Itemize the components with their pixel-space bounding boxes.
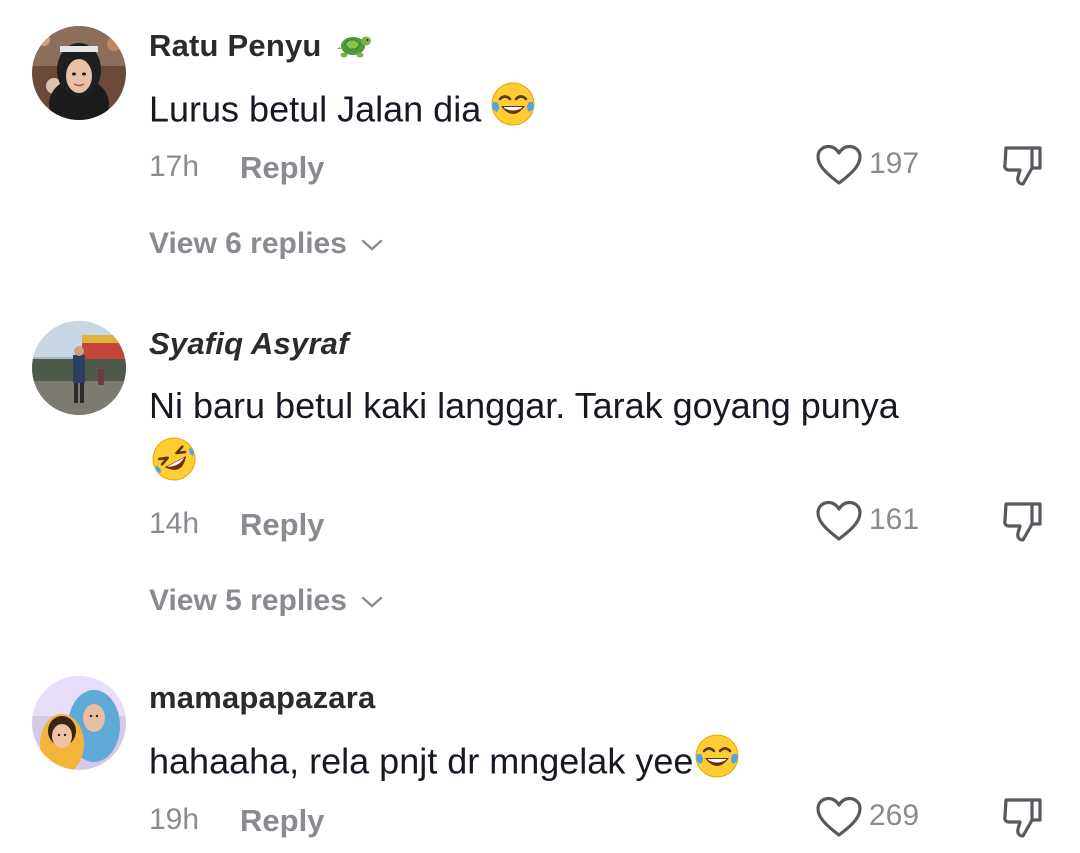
avatar[interactable] <box>32 676 126 770</box>
dislike-icon[interactable] <box>1000 794 1046 840</box>
heart-icon[interactable] <box>815 796 863 838</box>
reply-button[interactable]: Reply <box>240 803 324 839</box>
like-count: 269 <box>869 799 920 832</box>
tears-of-joy-emoji-icon <box>693 732 741 796</box>
timestamp: 19h <box>149 803 200 836</box>
username[interactable]: mamapapazara <box>149 680 375 716</box>
comment-text-content: hahaaha, rela pnjt dr mngelak yee <box>149 740 694 782</box>
comment-item: mamapapazara hahaaha, rela pnjt dr mngel… <box>0 0 1080 853</box>
comment-text: hahaaha, rela pnjt dr mngelak yee <box>149 732 741 796</box>
